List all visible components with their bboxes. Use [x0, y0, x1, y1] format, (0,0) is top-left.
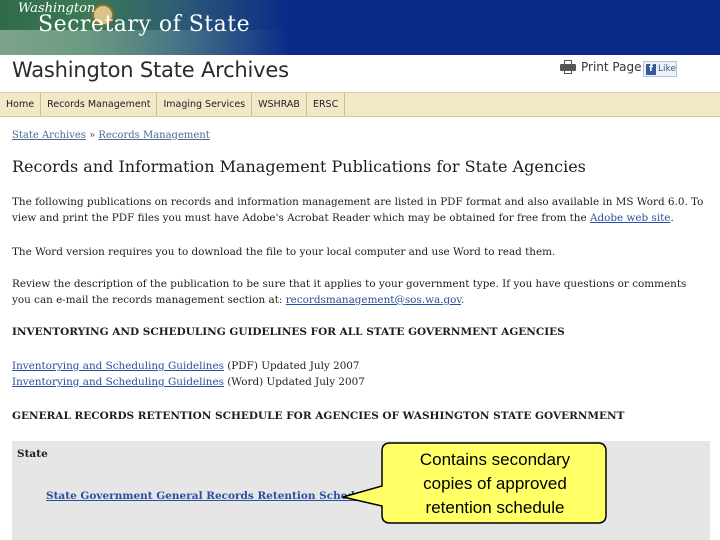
callout-line-3: retention schedule: [425, 498, 565, 517]
review-paragraph: Review the description of the publicatio…: [12, 276, 708, 308]
nav-item-imaging-services[interactable]: Imaging Services: [157, 93, 253, 116]
word-updated-text: (Word) Updated July 2007: [223, 376, 365, 388]
section-heading-inventorying: INVENTORYING AND SCHEDULING GUIDELINES F…: [12, 326, 565, 338]
breadcrumb-state-archives[interactable]: State Archives: [12, 130, 86, 141]
inventorying-guidelines-pdf-link[interactable]: Inventorying and Scheduling Guidelines: [12, 360, 224, 372]
breadcrumb-separator: »: [89, 130, 96, 141]
main-nav: Home Records Management Imaging Services…: [0, 92, 720, 117]
adobe-web-site-link[interactable]: Adobe web site: [590, 212, 671, 224]
like-label: Like: [658, 64, 676, 74]
printer-icon: [560, 60, 576, 74]
review-end: .: [461, 294, 465, 306]
callout: Contains secondary copies of approved re…: [340, 440, 610, 526]
site-banner: Washington Secretary of State: [0, 0, 720, 55]
pdf-updated-text: (PDF) Updated July 2007: [223, 360, 360, 372]
intro-end: .: [670, 212, 674, 224]
print-page-button[interactable]: Print Page: [560, 60, 641, 74]
facebook-like-button[interactable]: f Like: [643, 61, 677, 77]
print-page-label: Print Page: [581, 60, 642, 74]
records-management-email-link[interactable]: recordsmanagement@sos.wa.gov: [286, 294, 461, 306]
list-item: Inventorying and Scheduling Guidelines (…: [12, 360, 360, 372]
nav-item-wshrab[interactable]: WSHRAB: [252, 93, 307, 116]
intro-paragraph: The following publications on records an…: [12, 194, 708, 226]
nav-item-home[interactable]: Home: [0, 93, 42, 116]
breadcrumb-records-management[interactable]: Records Management: [98, 130, 209, 141]
state-retention-schedule-link[interactable]: State Government General Records Retenti…: [46, 490, 373, 502]
callout-line-2: copies of approved: [423, 474, 567, 493]
site-title: Washington State Archives: [12, 58, 289, 82]
callout-text: Contains secondary copies of approved re…: [386, 448, 604, 520]
list-item: Inventorying and Scheduling Guidelines (…: [12, 376, 365, 388]
page-title: Records and Information Management Publi…: [12, 157, 586, 176]
callout-line-1: Contains secondary: [419, 450, 571, 469]
breadcrumb: State Archives » Records Management: [12, 130, 210, 141]
inventorying-guidelines-word-link[interactable]: Inventorying and Scheduling Guidelines: [12, 376, 224, 388]
nav-item-ersc[interactable]: ERSC: [307, 93, 346, 116]
facebook-icon: f: [646, 63, 657, 75]
banner-office-name[interactable]: Secretary of State: [38, 12, 250, 37]
section-heading-retention-schedule: GENERAL RECORDS RETENTION SCHEDULE FOR A…: [12, 410, 625, 422]
state-label: State: [17, 448, 48, 460]
nav-item-records-management[interactable]: Records Management: [41, 93, 158, 116]
word-version-paragraph: The Word version requires you to downloa…: [12, 246, 556, 258]
